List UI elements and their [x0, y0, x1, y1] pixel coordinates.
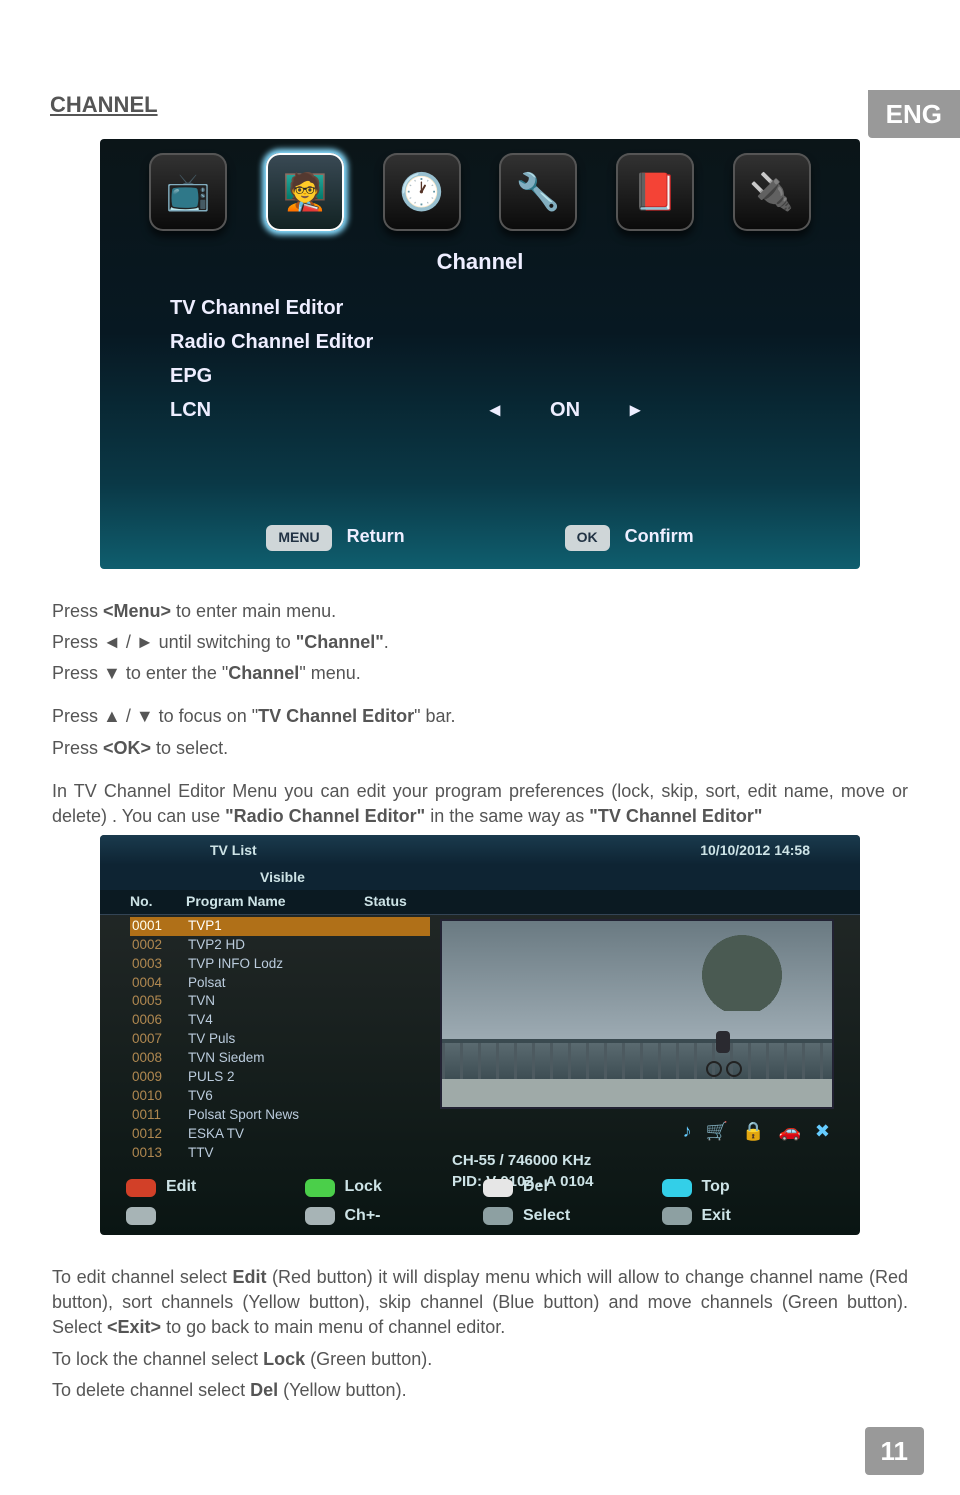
- top-icon-row: 📺 🧑‍🏫 🕐 🔧 📕 🔌: [100, 139, 860, 237]
- menu-item-radio-editor[interactable]: Radio Channel Editor: [170, 328, 790, 356]
- list-item[interactable]: 0005TVN: [130, 992, 430, 1011]
- menu-title: Channel: [100, 247, 860, 278]
- menu-icon-4[interactable]: 🔧: [499, 153, 577, 231]
- menu-key-icon: MENU: [266, 525, 331, 551]
- col-name: Program Name: [186, 892, 356, 912]
- car-icon[interactable]: 🚗: [778, 1119, 800, 1144]
- btn-exit[interactable]: Exit: [662, 1205, 835, 1227]
- ok-key-icon: OK: [565, 525, 610, 551]
- instruction-p4: Press ▲ / ▼ to focus on "TV Channel Edit…: [52, 704, 908, 729]
- menu-icon-6[interactable]: 🔌: [733, 153, 811, 231]
- channel-freq: CH-55 / 746000 KHz: [440, 1150, 834, 1171]
- list-item[interactable]: 0013TTV: [130, 1144, 430, 1163]
- list-item[interactable]: 0007TV Puls: [130, 1030, 430, 1049]
- lcn-value: ON: [550, 396, 580, 424]
- instruction2-p2: To lock the channel select Lock (Green b…: [52, 1347, 908, 1372]
- btn-top[interactable]: Top: [662, 1176, 835, 1198]
- menu-item-epg[interactable]: EPG: [170, 362, 790, 390]
- footer-confirm[interactable]: OK Confirm: [565, 524, 694, 551]
- list-item[interactable]: 0002TVP2 HD: [130, 936, 430, 955]
- music-icon[interactable]: ♪: [683, 1119, 692, 1144]
- col-no: No.: [130, 892, 178, 912]
- arrow-left-icon[interactable]: ◂: [490, 396, 500, 424]
- channel-list[interactable]: 0001TVP10002TVP2 HD0003TVP INFO Lodz0004…: [100, 915, 430, 1192]
- btn-del[interactable]: Del: [483, 1176, 656, 1198]
- list-item[interactable]: 0006TV4: [130, 1011, 430, 1030]
- page-number: 11: [865, 1427, 925, 1475]
- lock-icon[interactable]: 🔒: [742, 1119, 764, 1144]
- screenshot-tv-list: TV List 10/10/2012 14:58 Visible No. Pro…: [100, 835, 860, 1235]
- list-item[interactable]: 0012ESKA TV: [130, 1125, 430, 1144]
- menu-icon-2[interactable]: 🧑‍🏫: [266, 153, 344, 231]
- instruction-p3: Press ▼ to enter the "Channel" menu.: [52, 661, 908, 686]
- language-tab: ENG: [868, 90, 960, 138]
- tvlist-datetime: 10/10/2012 14:58: [700, 841, 810, 861]
- list-item[interactable]: 0009PULS 2: [130, 1068, 430, 1087]
- tvlist-title: TV List: [210, 841, 257, 861]
- tab-visible[interactable]: Visible: [260, 868, 305, 888]
- instruction-p6: In TV Channel Editor Menu you can edit y…: [52, 779, 908, 829]
- preview-pane: [440, 919, 834, 1109]
- list-item[interactable]: 0004Polsat: [130, 974, 430, 993]
- menu-icon-3[interactable]: 🕐: [383, 153, 461, 231]
- list-item[interactable]: 0010TV6: [130, 1087, 430, 1106]
- menu-icon-5[interactable]: 📕: [616, 153, 694, 231]
- btn-edit[interactable]: Edit: [126, 1176, 299, 1198]
- menu-item-lcn[interactable]: LCN ◂ ON ▸: [170, 396, 790, 424]
- menu-item-tv-editor[interactable]: TV Channel Editor: [170, 294, 790, 322]
- menu-icon-1[interactable]: 📺: [149, 153, 227, 231]
- instruction-p1: Press <Menu> to enter main menu.: [52, 599, 908, 624]
- cross-icon[interactable]: ✖: [815, 1119, 830, 1144]
- col-status: Status: [364, 892, 407, 912]
- btn-lock[interactable]: Lock: [305, 1176, 478, 1198]
- list-item[interactable]: 0001TVP1: [130, 917, 430, 936]
- arrow-right-icon[interactable]: ▸: [630, 396, 640, 424]
- cart-icon[interactable]: 🛒: [706, 1119, 728, 1144]
- btn-blank: [126, 1205, 299, 1227]
- footer-return[interactable]: MENU Return: [266, 524, 404, 551]
- btn-select[interactable]: Select: [483, 1205, 656, 1227]
- section-title: CHANNEL: [50, 90, 930, 121]
- instruction-p2: Press ◄ / ► until switching to "Channel"…: [52, 630, 908, 655]
- btn-chpm[interactable]: Ch+-: [305, 1205, 478, 1227]
- list-item[interactable]: 0011Polsat Sport News: [130, 1106, 430, 1125]
- screenshot-channel-menu: 📺 🧑‍🏫 🕐 🔧 📕 🔌 Channel TV Channel Editor …: [100, 139, 860, 569]
- instruction2-p1: To edit channel select Edit (Red button)…: [52, 1265, 908, 1341]
- list-item[interactable]: 0008TVN Siedem: [130, 1049, 430, 1068]
- action-icon-row: ♪ 🛒 🔒 🚗 ✖: [440, 1109, 834, 1150]
- instruction2-p3: To delete channel select Del (Yellow but…: [52, 1378, 908, 1403]
- list-item[interactable]: 0003TVP INFO Lodz: [130, 955, 430, 974]
- instruction-p5: Press <OK> to select.: [52, 736, 908, 761]
